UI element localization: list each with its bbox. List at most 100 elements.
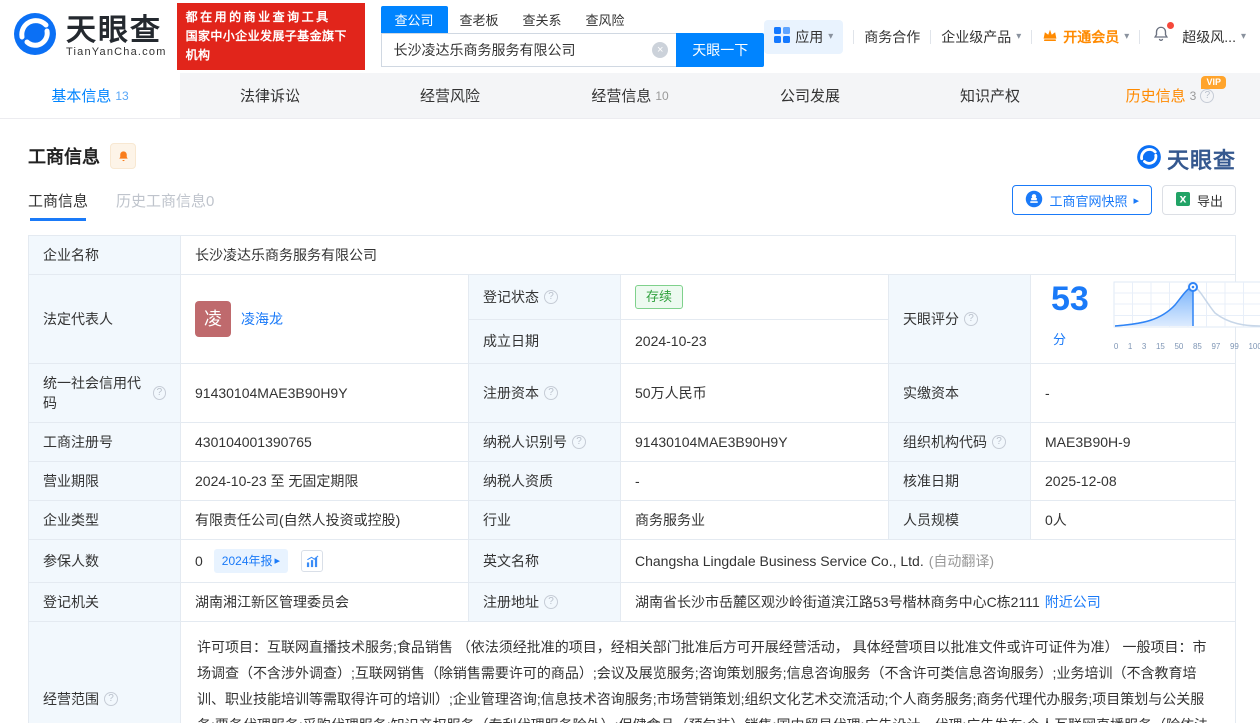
field-label: 英文名称 (469, 540, 621, 582)
reg-authority-value: 湖南湘江新区管理委员会 (181, 583, 469, 621)
avatar[interactable]: 凌 (195, 301, 231, 337)
field-label: 统一社会信用代码 (43, 375, 141, 411)
notification-bell-icon[interactable] (1150, 22, 1175, 48)
est-date-value: 2024-10-23 (621, 319, 889, 363)
tab-basic-info[interactable]: 基本信息 13 (0, 73, 180, 118)
help-icon[interactable]: ? (964, 312, 978, 326)
field-label: 行业 (469, 501, 621, 539)
taxpayer-id-value: 91430104MAE3B90H9Y (621, 423, 889, 461)
field-label: 纳税人资质 (469, 462, 621, 500)
stamp-icon (1025, 190, 1043, 211)
help-icon[interactable]: ? (992, 435, 1006, 449)
field-label: 企业名称 (29, 236, 181, 274)
nav-open-vip[interactable]: 开通会员 ▾ (1042, 27, 1129, 47)
score-unit: 分 (1053, 331, 1067, 347)
field-label: 工商注册号 (29, 423, 181, 461)
reg-address-value: 湖南省长沙市岳麓区观沙岭街道滨江路53号楷林商务中心C栋2111 (635, 594, 1040, 610)
approval-date-value: 2025-12-08 (1045, 473, 1117, 489)
brand-domain: TianYanCha.com (66, 45, 167, 58)
field-label: 注册地址 (483, 594, 539, 610)
tianyancha-logo[interactable]: 天眼查 TianYanCha.com (12, 11, 167, 62)
score-cell[interactable]: 53分 0 1 3 15 50 85 97 99 100 (1031, 275, 1260, 363)
english-name-value: Changsha Lingdale Business Service Co., … (635, 553, 924, 569)
tab-history-info[interactable]: VIP 历史信息 3 ? (1080, 73, 1260, 118)
search-clear-icon[interactable]: × (652, 41, 669, 58)
table-row: 经营范围 ? 许可项目：互联网直播技术服务;食品销售 （依法须经批准的项目，经相… (29, 621, 1235, 723)
nav-cooperation[interactable]: 商务合作 (864, 27, 920, 47)
search-area: 查公司 查老板 查关系 查风险 × 天眼一下 (380, 5, 765, 67)
help-icon[interactable]: ? (544, 386, 558, 400)
top-nav: 应用 ▾ 商务合作 企业级产品 ▾ 开通会员 ▾ 超级风... ▾ (764, 19, 1250, 54)
search-tabs: 查公司 查老板 查关系 查风险 (380, 5, 765, 33)
tianyancha-logo-icon (1136, 144, 1162, 175)
field-label: 登记状态 (483, 288, 539, 305)
subtab-business-registration[interactable]: 工商信息 (28, 190, 88, 221)
nearby-companies-link[interactable]: 附近公司 (1045, 592, 1101, 612)
nav-super-risk[interactable]: 超级风... ▾ (1182, 27, 1246, 47)
main-content: 工商信息 天眼查 工商信息 历史工商信息0 工商官网快照 ▸ X 导出 企业名称… (0, 143, 1260, 723)
subtab-history-registration[interactable]: 历史工商信息0 (116, 190, 214, 221)
search-tab-boss[interactable]: 查老板 (448, 6, 511, 33)
nav-enterprise[interactable]: 企业级产品 ▾ (941, 27, 1021, 47)
help-icon[interactable]: ? (1200, 88, 1215, 103)
score-chart-xticks: 0 1 3 15 50 85 97 99 100 (1113, 342, 1260, 351)
help-icon[interactable]: ? (152, 386, 166, 400)
notification-dot (1167, 22, 1175, 29)
help-icon[interactable]: ? (544, 289, 558, 304)
reg-capital-value: 50万人民币 (621, 364, 889, 422)
tab-legal-proceedings[interactable]: 法律诉讼 (180, 73, 360, 118)
trend-chart-icon[interactable] (301, 550, 324, 572)
company-name-value: 长沙凌达乐商务服务有限公司 (195, 247, 377, 263)
search-tab-risk[interactable]: 查风险 (574, 6, 637, 33)
section-title: 工商信息 (28, 147, 100, 167)
excel-icon: X (1175, 191, 1191, 210)
tab-intellectual-property[interactable]: 知识产权 (900, 73, 1080, 118)
field-label: 纳税人识别号 (483, 434, 567, 450)
field-label: 企业类型 (29, 501, 181, 539)
legal-rep-link[interactable]: 凌海龙 (241, 309, 283, 329)
search-input[interactable] (380, 32, 677, 67)
subscribe-bell-icon[interactable] (110, 143, 136, 169)
table-row: 营业期限 2024-10-23 至 无固定期限 纳税人资质 - 核准日期 202… (29, 461, 1235, 500)
arrow-right-icon: ▸ (1133, 194, 1139, 207)
industry-value: 商务服务业 (621, 501, 889, 539)
chevron-down-icon: ▾ (1240, 31, 1246, 42)
field-label: 注册资本 (483, 385, 539, 401)
official-snapshot-button[interactable]: 工商官网快照 ▸ (1012, 185, 1152, 215)
auto-translate-note: (自动翻译) (928, 553, 995, 569)
help-icon[interactable]: ? (544, 595, 558, 609)
help-icon[interactable]: ? (572, 435, 586, 449)
tab-business-info[interactable]: 经营信息 10 (540, 73, 720, 118)
tab-operating-risk[interactable]: 经营风险 (360, 73, 540, 118)
field-label: 人员规模 (889, 501, 1031, 539)
search-tab-relation[interactable]: 查关系 (511, 6, 574, 33)
arrow-right-icon: ▸ (274, 555, 281, 567)
brand-name: 天眼查 (66, 13, 162, 47)
export-button[interactable]: X 导出 (1161, 185, 1236, 215)
chevron-down-icon: ▾ (1124, 31, 1130, 42)
field-label: 参保人数 (29, 540, 181, 582)
table-row: 参保人数 0 2024年报 ▸ 英文名称 Changsha Lingdale B… (29, 539, 1235, 582)
business-info-table: 企业名称 长沙凌达乐商务服务有限公司 法定代表人 凌 凌海龙 登记状态 ? 存续… (28, 235, 1260, 723)
table-row: 企业类型 有限责任公司(自然人投资或控股) 行业 商务服务业 人员规模 0人 (29, 500, 1235, 539)
top-header: 天眼查 TianYanCha.com 都在用的商业查询工具 国家中小企业发展子基… (0, 0, 1260, 73)
credit-code-value: 91430104MAE3B90H9Y (181, 364, 469, 422)
tab-company-development[interactable]: 公司发展 (720, 73, 900, 118)
help-icon[interactable]: ? (104, 692, 118, 706)
vip-badge: VIP (1201, 76, 1226, 89)
tianyancha-logo-icon (12, 11, 58, 62)
annual-report-badge[interactable]: 2024年报 ▸ (213, 549, 289, 573)
table-row: 企业名称 长沙凌达乐商务服务有限公司 (29, 236, 1235, 274)
table-row: 登记机关 湖南湘江新区管理委员会 注册地址 ? 湖南省长沙市岳麓区观沙岭街道滨江… (29, 582, 1235, 621)
insured-count-value: 0 (195, 553, 203, 569)
taxpayer-quality-value: - (621, 462, 889, 500)
chevron-down-icon: ▾ (1016, 31, 1022, 42)
search-button[interactable]: 天眼一下 (676, 32, 765, 67)
org-code-value: MAE3B90H-9 (1045, 434, 1131, 450)
table-row: 统一社会信用代码 ? 91430104MAE3B90H9Y 注册资本 ? 50万… (29, 363, 1235, 422)
staff-size-value: 0人 (1045, 512, 1067, 528)
field-label: 组织机构代码 (903, 434, 987, 450)
table-row: 工商注册号 430104001390765 纳税人识别号 ? 91430104M… (29, 422, 1235, 461)
search-tab-company[interactable]: 查公司 (380, 5, 448, 33)
nav-apps[interactable]: 应用 ▾ (764, 19, 844, 54)
